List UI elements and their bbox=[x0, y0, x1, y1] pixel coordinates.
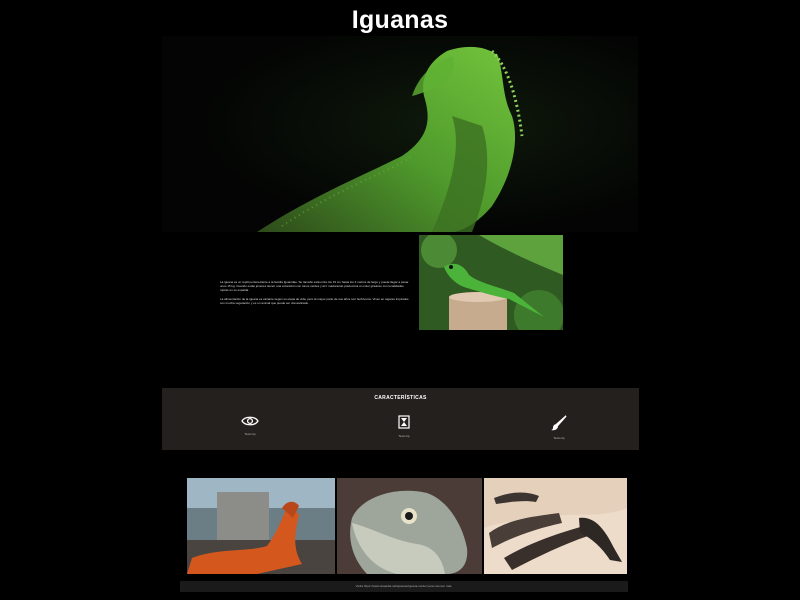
hourglass-icon bbox=[398, 415, 410, 429]
gallery-image bbox=[187, 478, 335, 574]
gallery-image bbox=[484, 478, 627, 574]
gallery-image bbox=[337, 478, 482, 574]
features-section: CARACTERÍSTICAS Texto tip Texto tip Text… bbox=[162, 388, 639, 450]
eye-icon bbox=[241, 416, 259, 426]
feature-label: Texto tip bbox=[553, 436, 565, 440]
features-title: CARACTERÍSTICAS bbox=[374, 395, 427, 401]
intro-paragraph: La alimentación de la iguana es variante… bbox=[220, 296, 409, 305]
hero-image bbox=[162, 36, 638, 232]
page-title: Iguanas bbox=[351, 6, 449, 34]
feature-label: Texto tip bbox=[244, 432, 256, 436]
intro-paragraph: La iguana es un reptil perteneciente a l… bbox=[220, 280, 409, 293]
footer-credit: Visita https://www.aniaedia.cat/iguanas/… bbox=[180, 581, 628, 592]
brush-icon bbox=[551, 415, 567, 431]
feature-item: Texto tip bbox=[384, 415, 424, 438]
feature-item: Texto tip bbox=[230, 415, 270, 436]
feature-item: Texto tip bbox=[539, 415, 579, 440]
feature-label: Texto tip bbox=[398, 434, 410, 438]
intro-photo bbox=[419, 235, 563, 330]
intro-text: La iguana es un reptil perteneciente a l… bbox=[220, 280, 410, 309]
